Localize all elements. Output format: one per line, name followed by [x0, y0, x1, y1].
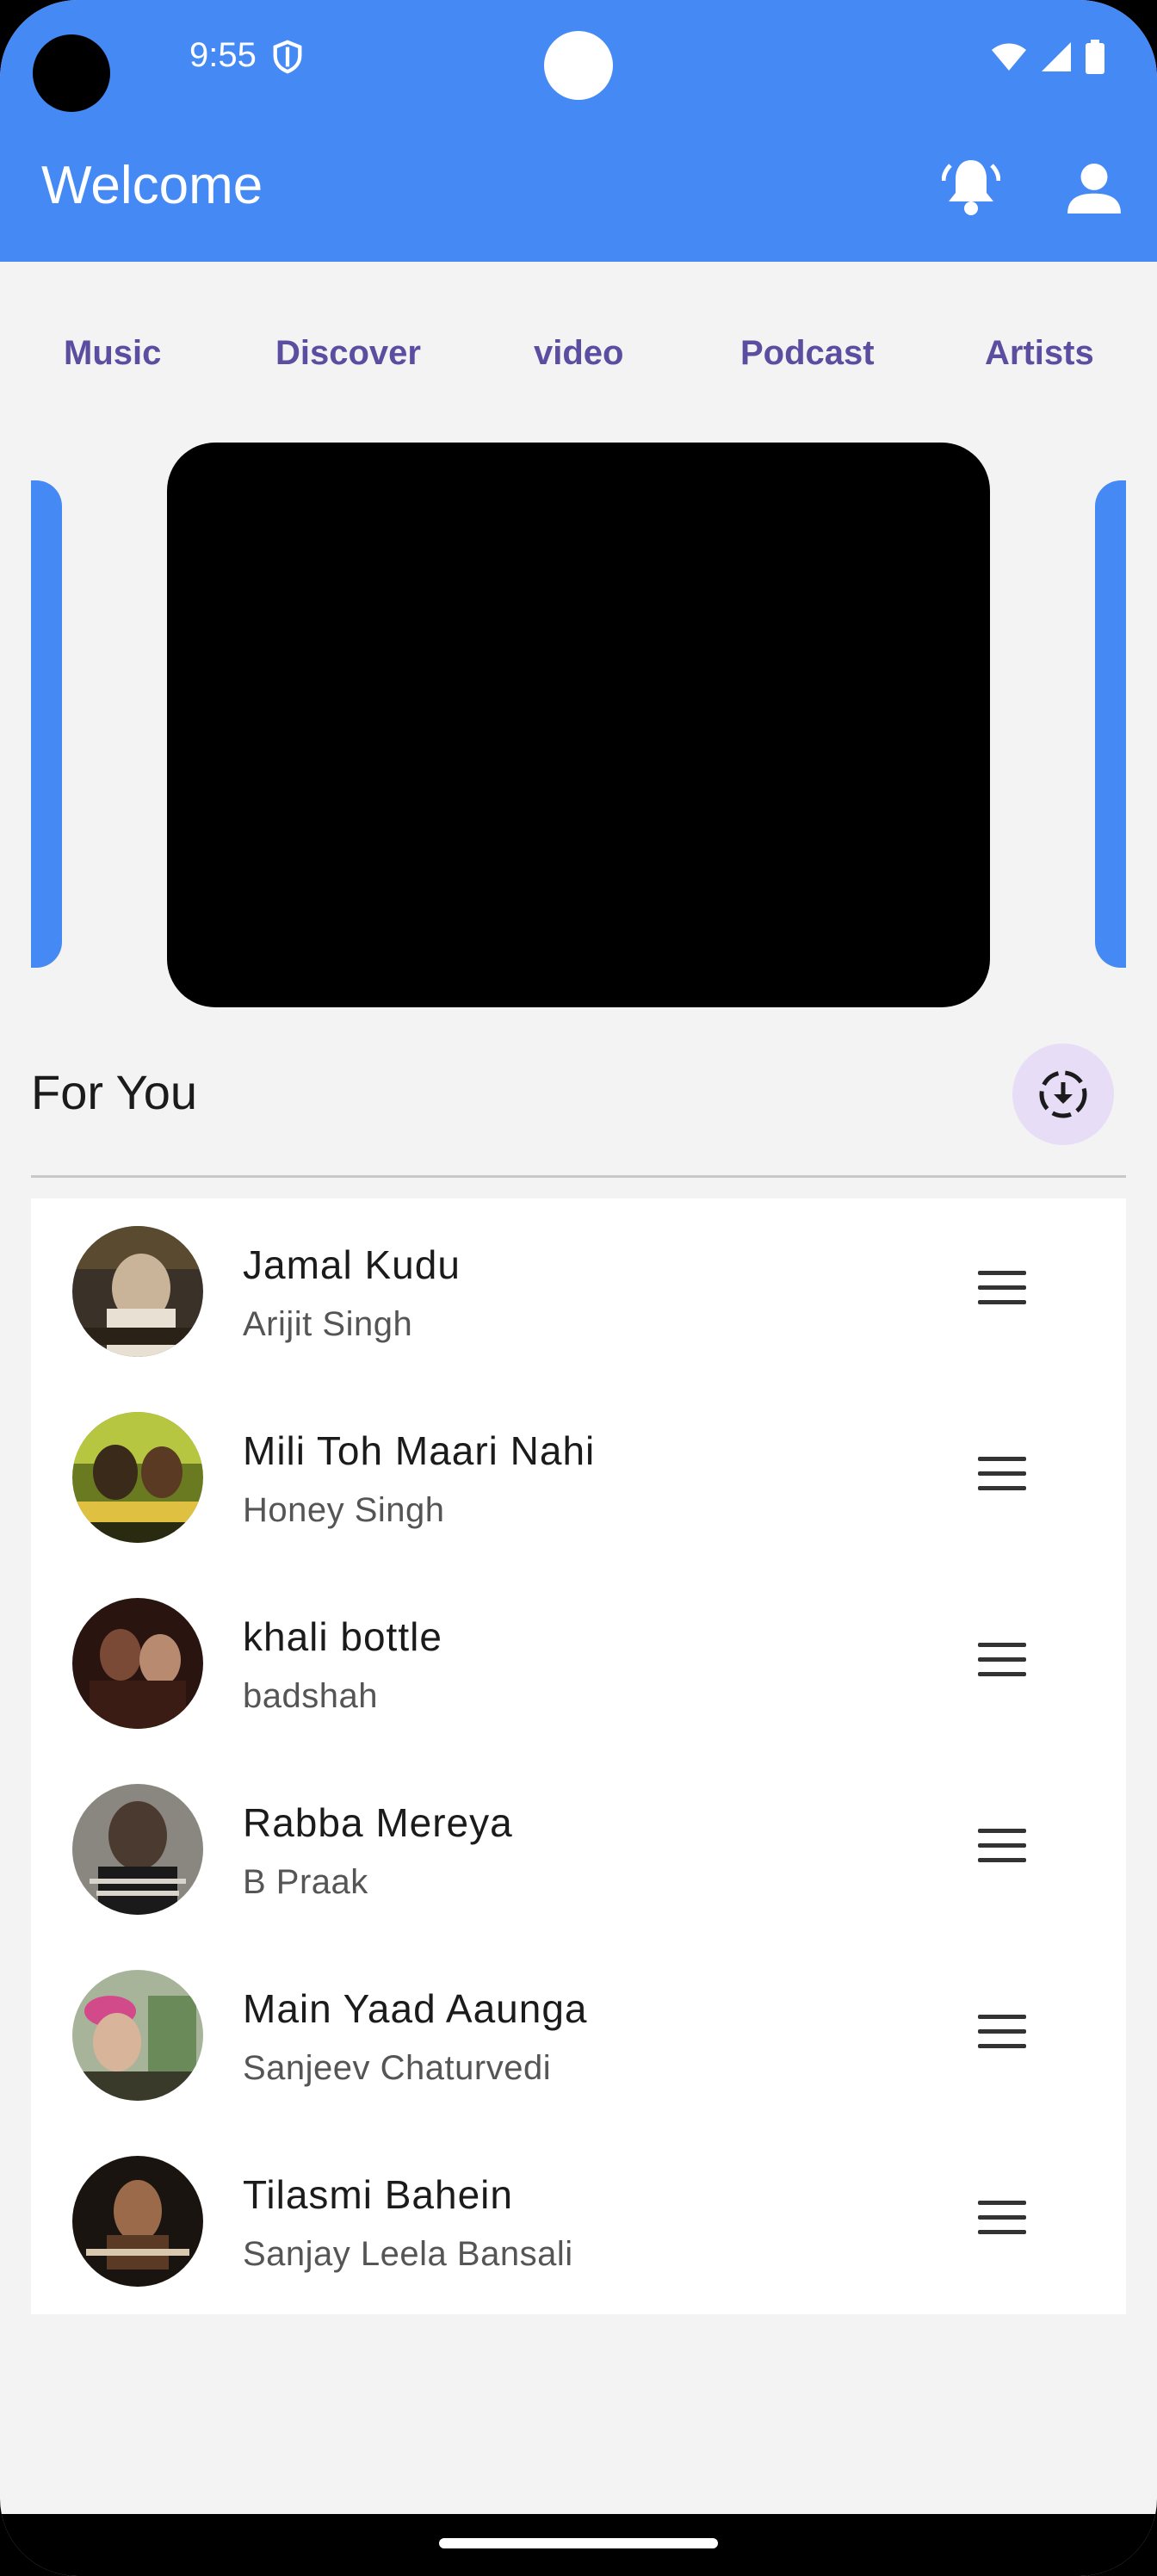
- notification-bell-icon[interactable]: [942, 155, 1000, 217]
- song-list: Jamal Kudu Arijit Singh Mili Toh Maari N…: [31, 1198, 1126, 2314]
- album-art: [72, 2156, 203, 2287]
- album-art: [72, 1784, 203, 1915]
- list-item[interactable]: Tilasmi Bahein Sanjay Leela Bansali: [31, 2128, 1126, 2314]
- front-camera: [544, 31, 613, 100]
- album-art: [72, 1970, 203, 2101]
- hamburger-menu-icon[interactable]: [978, 2201, 1026, 2239]
- camera-cutout: [33, 34, 110, 112]
- song-title: khali bottle: [243, 1614, 442, 1659]
- app-title: Welcome: [41, 156, 263, 215]
- shield-icon: [273, 40, 302, 74]
- status-time: 9:55: [189, 36, 257, 74]
- section-title: For You: [31, 1065, 198, 1119]
- section-divider: [31, 1175, 1126, 1178]
- battery-icon: [1086, 40, 1104, 74]
- featured-video-card[interactable]: [167, 443, 990, 1007]
- tab-music[interactable]: Music: [64, 334, 161, 373]
- song-title: Jamal Kudu: [243, 1242, 461, 1287]
- song-artist: Sanjay Leela Bansali: [243, 2235, 573, 2273]
- wifi-icon: [992, 43, 1026, 71]
- song-title: Rabba Mereya: [243, 1800, 513, 1845]
- tab-podcast[interactable]: Podcast: [740, 334, 875, 373]
- download-circle-icon: [1039, 1070, 1087, 1118]
- tab-video[interactable]: video: [534, 334, 623, 373]
- list-item[interactable]: khali bottle badshah: [31, 1570, 1126, 1756]
- app-header: 9:55 Welcome: [0, 0, 1157, 262]
- song-artist: B Praak: [243, 1863, 368, 1901]
- song-artist: Sanjeev Chaturvedi: [243, 2049, 552, 2087]
- download-button[interactable]: [1012, 1043, 1114, 1145]
- phone-screen: 9:55 Welcome Music Discover video Podcas…: [0, 0, 1157, 2576]
- hamburger-menu-icon[interactable]: [978, 1457, 1026, 1495]
- list-item[interactable]: Main Yaad Aaunga Sanjeev Chaturvedi: [31, 1942, 1126, 2128]
- home-gesture-handle[interactable]: [439, 2538, 718, 2548]
- category-tabs: Music Discover video Podcast Artists: [0, 334, 1157, 377]
- song-title: Mili Toh Maari Nahi: [243, 1428, 596, 1473]
- list-item[interactable]: Rabba Mereya B Praak: [31, 1756, 1126, 1942]
- hamburger-menu-icon[interactable]: [978, 1643, 1026, 1681]
- list-item[interactable]: Mili Toh Maari Nahi Honey Singh: [31, 1384, 1126, 1570]
- tab-artists[interactable]: Artists: [985, 334, 1094, 373]
- song-artist: Honey Singh: [243, 1491, 445, 1529]
- list-item[interactable]: Jamal Kudu Arijit Singh: [31, 1198, 1126, 1384]
- hamburger-menu-icon[interactable]: [978, 1271, 1026, 1309]
- carousel-prev-card[interactable]: [31, 480, 62, 968]
- carousel-next-card[interactable]: [1095, 480, 1126, 968]
- cellular-signal-icon: [1042, 42, 1071, 71]
- status-icons: [990, 40, 1105, 74]
- album-art: [72, 1412, 203, 1543]
- person-icon[interactable]: [1067, 164, 1121, 214]
- tab-discover[interactable]: Discover: [275, 334, 421, 373]
- album-art: [72, 1598, 203, 1729]
- song-artist: badshah: [243, 1677, 378, 1715]
- song-artist: Arijit Singh: [243, 1305, 413, 1343]
- song-title: Tilasmi Bahein: [243, 2172, 513, 2217]
- hamburger-menu-icon[interactable]: [978, 2015, 1026, 2053]
- hamburger-menu-icon[interactable]: [978, 1829, 1026, 1867]
- album-art: [72, 1226, 203, 1357]
- song-title: Main Yaad Aaunga: [243, 1986, 588, 2031]
